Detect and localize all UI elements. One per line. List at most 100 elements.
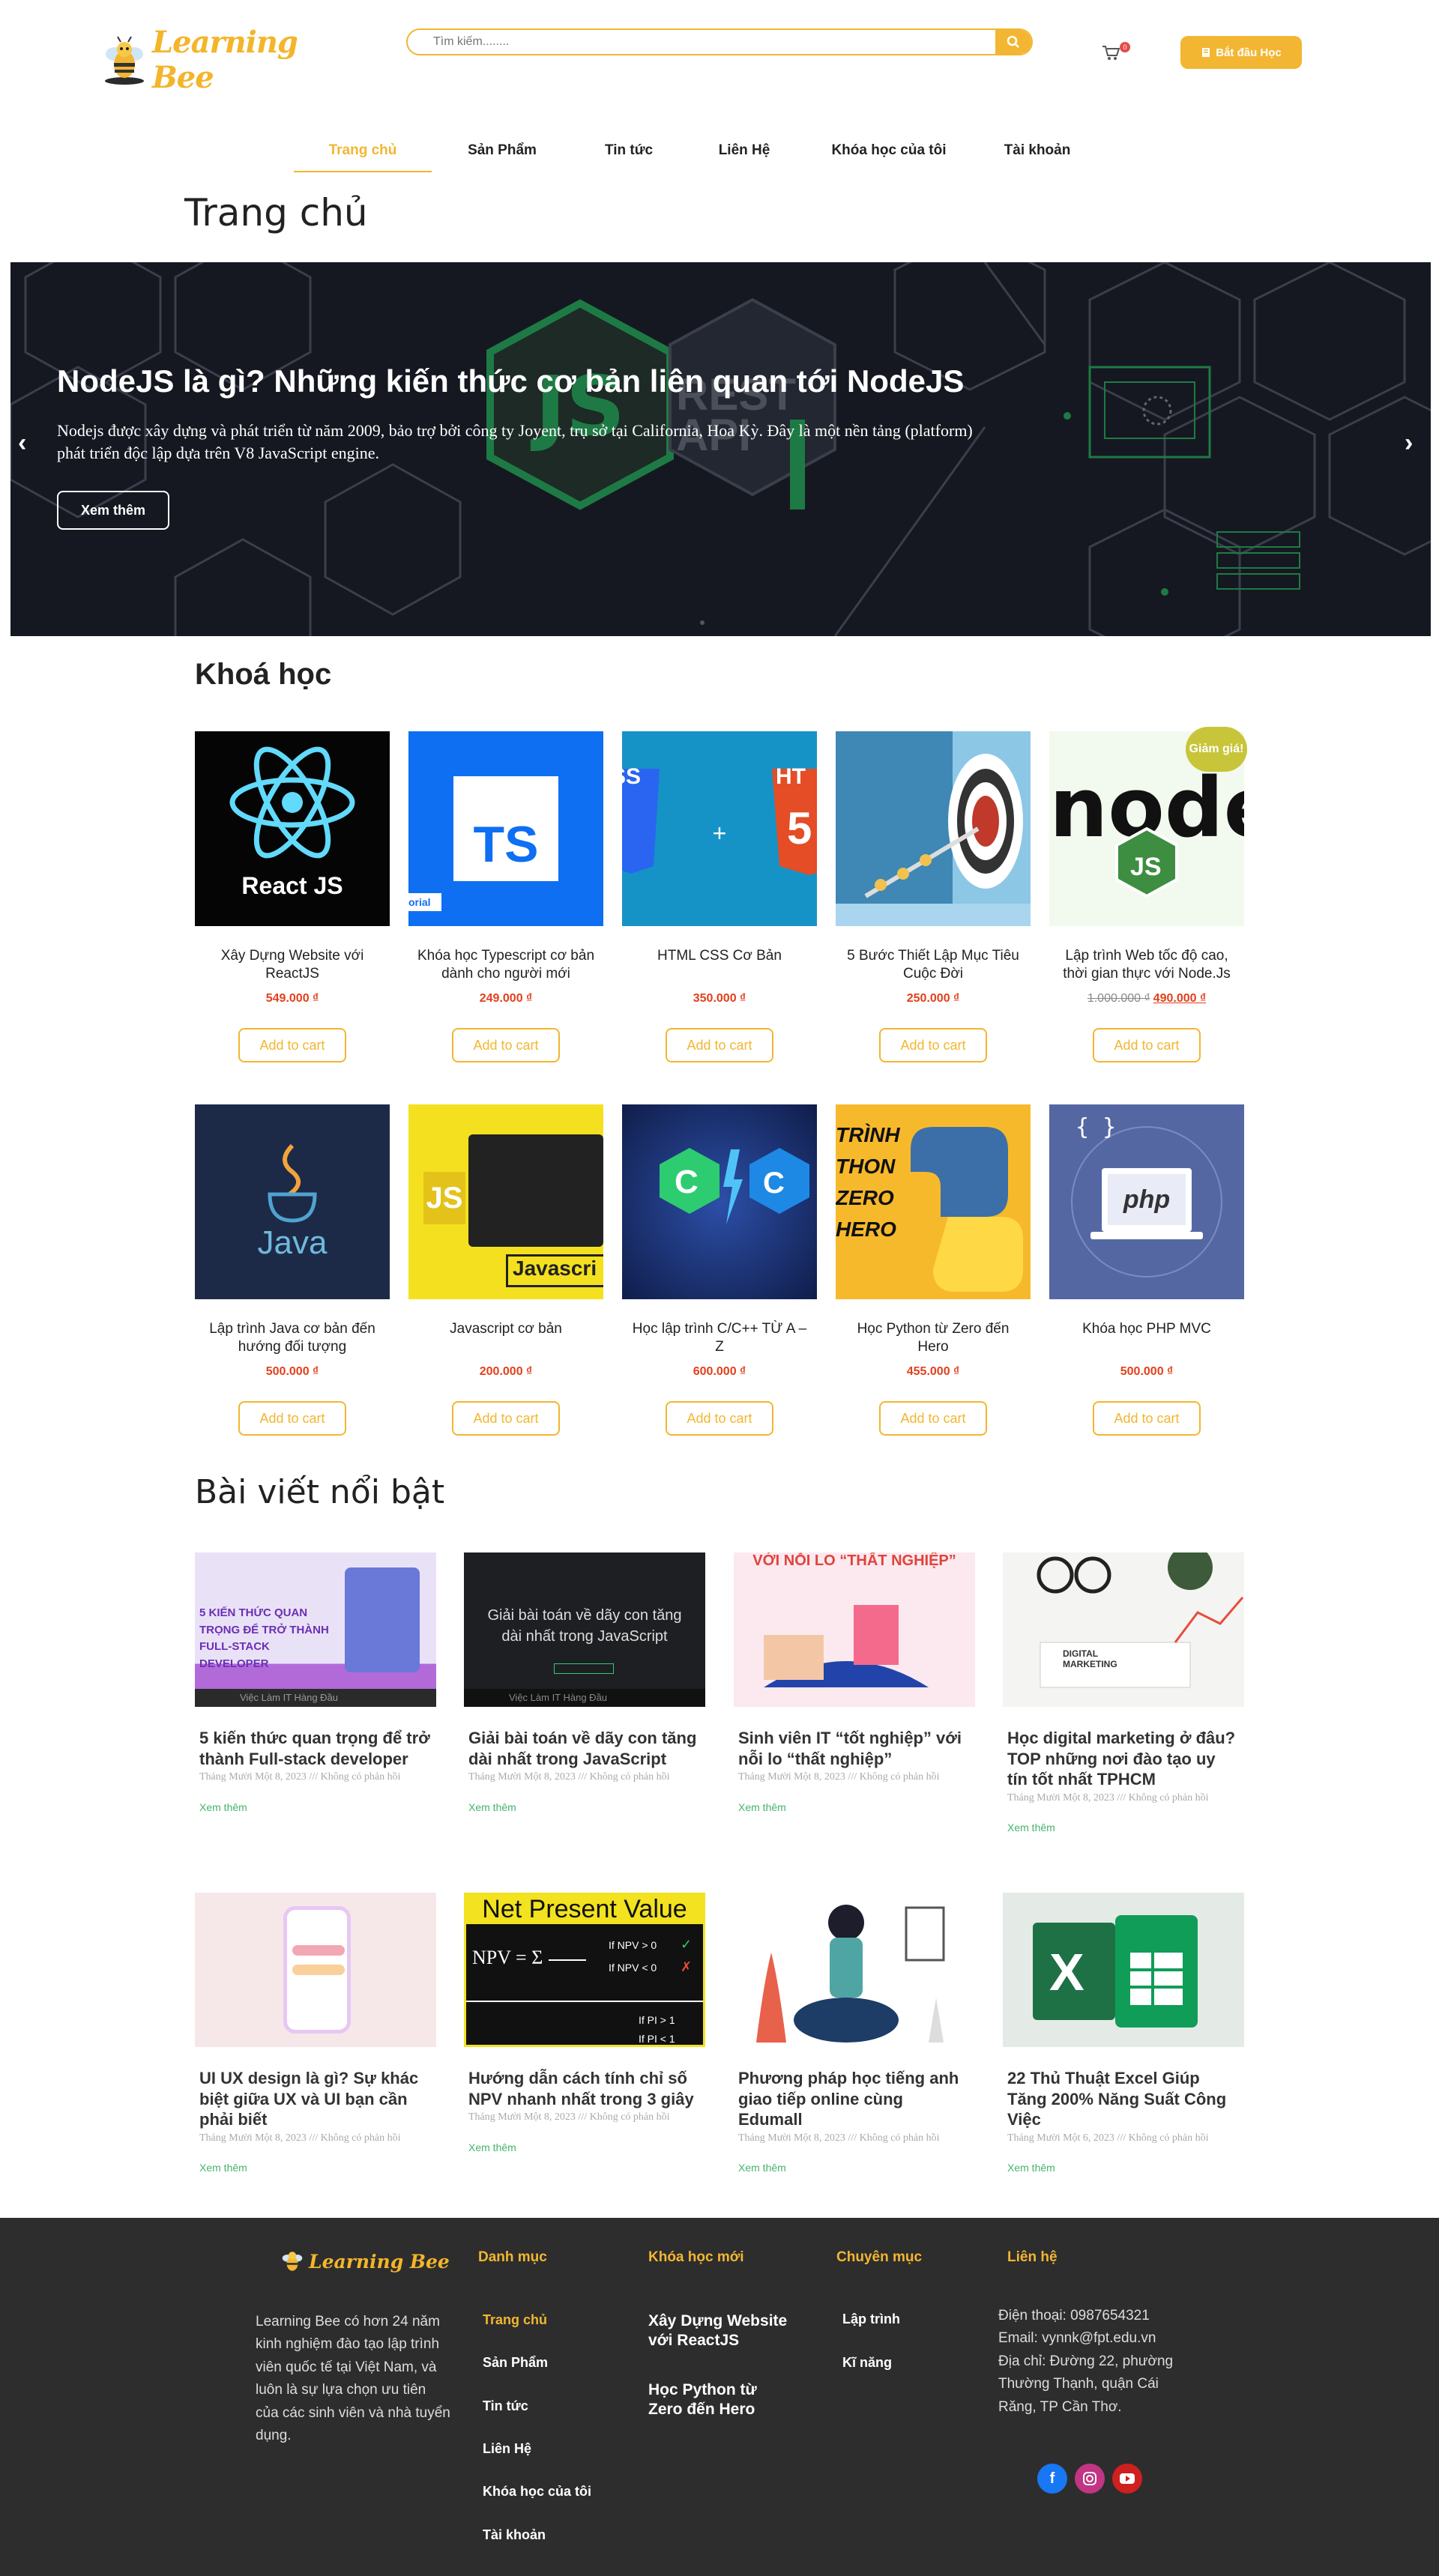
read-more-link[interactable]: Xem thêm xyxy=(195,2162,436,2174)
product-price: 250.000 ₫ xyxy=(906,992,960,1005)
footer-topic-link[interactable]: Kĩ năng xyxy=(842,2355,892,2371)
product-name[interactable]: Lập trình Java cơ bản đến hướng đối tượn… xyxy=(195,1320,390,1356)
add-to-cart-button[interactable]: Add to cart xyxy=(666,1028,773,1062)
product-name[interactable]: Lập trình Web tốc độ cao, thời gian thực… xyxy=(1049,947,1244,983)
site-logo[interactable]: Learning Bee xyxy=(101,25,298,95)
post-thumbnail[interactable]: DIGITAL MARKETING xyxy=(1003,1552,1244,1707)
chevron-right-icon[interactable]: › xyxy=(1405,429,1413,458)
svg-text:If NPV < 0: If NPV < 0 xyxy=(609,1962,657,1974)
read-more-link[interactable]: Xem thêm xyxy=(195,1801,436,1813)
slider-dot[interactable] xyxy=(700,620,705,625)
product-thumbnail[interactable]: Java xyxy=(195,1104,390,1299)
search-button[interactable] xyxy=(995,30,1031,54)
product-name[interactable]: 5 Bước Thiết Lập Mục Tiêu Cuộc Đời xyxy=(836,947,1031,983)
nav-item-products[interactable]: Sản Phẩm xyxy=(432,142,573,172)
read-more-link[interactable]: Xem thêm xyxy=(734,2162,975,2174)
footer-link-products[interactable]: Sản Phẩm xyxy=(483,2355,548,2371)
post-card: VỚI NỖI LO “THẤT NGHIỆP” Sinh viên IT “t… xyxy=(734,1552,975,1813)
facebook-icon[interactable]: f xyxy=(1037,2464,1067,2494)
svg-text:{ }: { } xyxy=(1076,1114,1116,1140)
footer-link-home[interactable]: Trang chủ xyxy=(483,2312,547,2328)
product-thumbnail[interactable]: TRÌNH THON ZERO HERO xyxy=(836,1104,1031,1299)
post-title[interactable]: Hướng dẫn cách tính chỉ số NPV nhanh nhấ… xyxy=(464,2068,705,2109)
post-thumbnail[interactable]: VỚI NỖI LO “THẤT NGHIỆP” xyxy=(734,1552,975,1707)
footer-course-link[interactable]: Xây Dựng Website với ReactJS xyxy=(648,2312,798,2351)
add-to-cart-button[interactable]: Add to cart xyxy=(879,1028,987,1062)
post-title[interactable]: Giải bài toán về dãy con tăng dài nhất t… xyxy=(464,1728,705,1769)
product-thumbnail[interactable]: node JS Giảm giá! xyxy=(1049,727,1247,926)
read-more-link[interactable]: Xem thêm xyxy=(1003,1821,1244,1833)
product-price: 200.000 ₫ xyxy=(479,1365,533,1378)
post-title[interactable]: 22 Thủ Thuật Excel Giúp Tăng 200% Năng S… xyxy=(1003,2068,1244,2130)
product-thumbnail[interactable]: JS Javascri xyxy=(408,1104,603,1299)
post-title[interactable]: Phương pháp học tiếng anh giao tiếp onli… xyxy=(734,2068,975,2130)
product-thumbnail[interactable]: SS HT 5 + xyxy=(622,731,817,926)
start-learning-button[interactable]: Bắt đầu Học xyxy=(1180,36,1302,69)
product-name[interactable]: Khóa học PHP MVC xyxy=(1049,1320,1244,1356)
product-thumbnail[interactable]: TS orial xyxy=(408,731,603,926)
post-thumbnail[interactable]: X xyxy=(1003,1893,1244,2047)
nav-item-home[interactable]: Trang chủ xyxy=(294,142,432,172)
nav-item-account[interactable]: Tài khoản xyxy=(974,142,1100,172)
product-name[interactable]: Khóa học Typescript cơ bản dành cho ngườ… xyxy=(408,947,603,983)
cart-button[interactable]: 0 xyxy=(1102,42,1130,66)
read-more-link[interactable]: Xem thêm xyxy=(734,1801,975,1813)
post-thumbnail[interactable]: Giải bài toán về dãy con tăng dài nhất t… xyxy=(464,1552,705,1707)
add-to-cart-button[interactable]: Add to cart xyxy=(1093,1028,1201,1062)
footer-link-contact[interactable]: Liên Hệ xyxy=(483,2441,531,2457)
youtube-icon[interactable] xyxy=(1112,2464,1142,2494)
product-card: SS HT 5 + HTML CSS Cơ Bản 350.000 ₫ Add … xyxy=(622,731,817,1062)
post-title[interactable]: Học digital marketing ở đâu? TOP những n… xyxy=(1003,1728,1244,1790)
read-more-link[interactable]: Xem thêm xyxy=(1003,2162,1244,2174)
product-name[interactable]: Học Python từ Zero đến Hero xyxy=(836,1320,1031,1356)
add-to-cart-button[interactable]: Add to cart xyxy=(452,1028,560,1062)
footer-topic-link[interactable]: Lập trình xyxy=(842,2312,900,2327)
footer-logo[interactable]: Learning Bee xyxy=(279,2248,450,2275)
post-thumbnail[interactable] xyxy=(734,1893,975,2047)
product-name[interactable]: Học lập trình C/C++ TỪ A – Z xyxy=(622,1320,817,1356)
search-input[interactable] xyxy=(408,30,995,54)
post-title[interactable]: UI UX design là gì? Sự khác biệt giữa UX… xyxy=(195,2068,436,2130)
product-thumbnail[interactable]: { } php xyxy=(1049,1104,1244,1299)
svg-text:✓: ✓ xyxy=(681,1937,692,1952)
svg-text:If PI > 1: If PI > 1 xyxy=(639,2014,675,2026)
add-to-cart-button[interactable]: Add to cart xyxy=(238,1401,346,1436)
add-to-cart-button[interactable]: Add to cart xyxy=(1093,1401,1201,1436)
svg-text:✗: ✗ xyxy=(681,1959,692,1974)
post-thumbnail[interactable]: Net Present Value NPV = Σ If NPV > 0 If … xyxy=(464,1893,705,2047)
product-thumbnail[interactable] xyxy=(836,731,1031,926)
footer-link-account[interactable]: Tài khoản xyxy=(483,2527,546,2543)
post-thumbnail[interactable] xyxy=(195,1893,436,2047)
hero-read-more-button[interactable]: Xem thêm xyxy=(57,491,169,530)
add-to-cart-button[interactable]: Add to cart xyxy=(238,1028,346,1062)
cart-count: 0 xyxy=(1120,42,1130,52)
post-title[interactable]: 5 kiến thức quan trọng để trở thành Full… xyxy=(195,1728,436,1769)
instagram-icon[interactable] xyxy=(1075,2464,1105,2494)
chevron-left-icon[interactable]: ‹ xyxy=(18,429,26,458)
read-more-link[interactable]: Xem thêm xyxy=(464,1801,705,1813)
post-meta: Tháng Mười Một 8, 2023 /// Không có phản… xyxy=(738,1771,940,1783)
product-price: 350.000 ₫ xyxy=(693,992,746,1005)
footer-course-link[interactable]: Học Python từ Zero đến Hero xyxy=(648,2380,783,2420)
post-meta: Tháng Mười Một 8, 2023 /// Không có phản… xyxy=(468,1771,670,1783)
post-thumbnail[interactable]: 5 KIẾN THỨC QUAN TRỌNG ĐỂ TRỞ THÀNH FULL… xyxy=(195,1552,436,1707)
read-more-link[interactable]: Xem thêm xyxy=(464,2141,705,2153)
product-name[interactable]: Xây Dựng Website với ReactJS xyxy=(195,947,390,983)
nav-item-news[interactable]: Tin tức xyxy=(573,142,685,172)
product-thumbnail[interactable]: React JS xyxy=(195,731,390,926)
nav-item-contact[interactable]: Liên Hệ xyxy=(685,142,803,172)
product-price: 249.000 ₫ xyxy=(479,992,533,1005)
footer-address: Địa chỉ: Đường 22, phường Thường Thạnh, … xyxy=(998,2353,1174,2415)
product-thumbnail[interactable]: C C C xyxy=(622,1104,817,1299)
add-to-cart-button[interactable]: Add to cart xyxy=(879,1401,987,1436)
product-name[interactable]: Javascript cơ bản xyxy=(408,1320,603,1356)
nav-item-my-courses[interactable]: Khóa học của tôi xyxy=(803,142,974,172)
add-to-cart-button[interactable]: Add to cart xyxy=(452,1401,560,1436)
footer-link-news[interactable]: Tin tức xyxy=(483,2398,528,2414)
post-title[interactable]: Sinh viên IT “tốt nghiệp” với nỗi lo “th… xyxy=(734,1728,975,1769)
sale-price: 490.000 ₫ xyxy=(1153,992,1207,1005)
product-name[interactable]: HTML CSS Cơ Bản xyxy=(622,947,817,983)
add-to-cart-button[interactable]: Add to cart xyxy=(666,1401,773,1436)
java-cup-icon xyxy=(268,1143,317,1223)
footer-link-my-courses[interactable]: Khóa học của tôi xyxy=(483,2484,591,2500)
